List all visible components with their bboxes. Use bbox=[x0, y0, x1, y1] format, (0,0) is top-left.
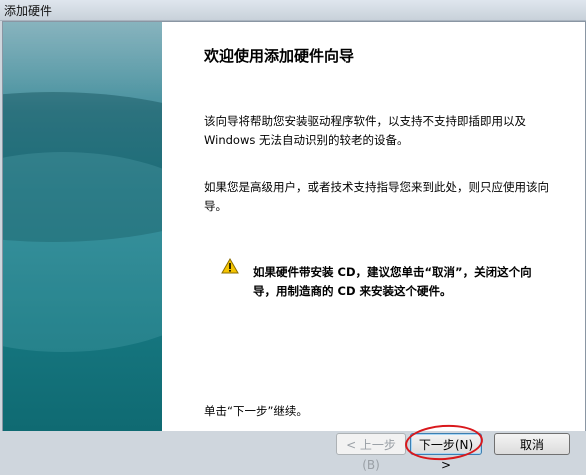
page-title: 欢迎使用添加硬件向导 bbox=[204, 47, 355, 65]
banner-wave-light bbox=[3, 152, 162, 352]
cd-warning-text: 如果硬件带安装 CD，建议您单击“取消”，关闭这个向导，用制造商的 CD 来安装… bbox=[253, 265, 532, 298]
intro-text: 该向导将帮助您安装驱动程序软件，以支持不支持即插即用以及 Windows 无法自… bbox=[204, 114, 526, 147]
title-bar: 添加硬件 bbox=[0, 0, 586, 21]
continue-instruction: 单击“下一步”继续。 bbox=[204, 404, 308, 418]
cancel-button[interactable]: 取消 bbox=[494, 433, 570, 455]
sidebar-banner bbox=[3, 22, 162, 431]
back-button[interactable]: < 上一步(B) bbox=[336, 433, 406, 472]
warning-icon bbox=[221, 258, 239, 274]
wizard-panel: 欢迎使用添加硬件向导 该向导将帮助您安装驱动程序软件，以支持不支持即插即用以及 … bbox=[2, 21, 586, 432]
wizard-content: 欢迎使用添加硬件向导 该向导将帮助您安装驱动程序软件，以支持不支持即插即用以及 … bbox=[162, 22, 585, 431]
window-title: 添加硬件 bbox=[4, 4, 53, 18]
advanced-user-text: 如果您是高级用户，或者技术支持指导您来到此处，则只应使用该向导。 bbox=[204, 180, 549, 213]
